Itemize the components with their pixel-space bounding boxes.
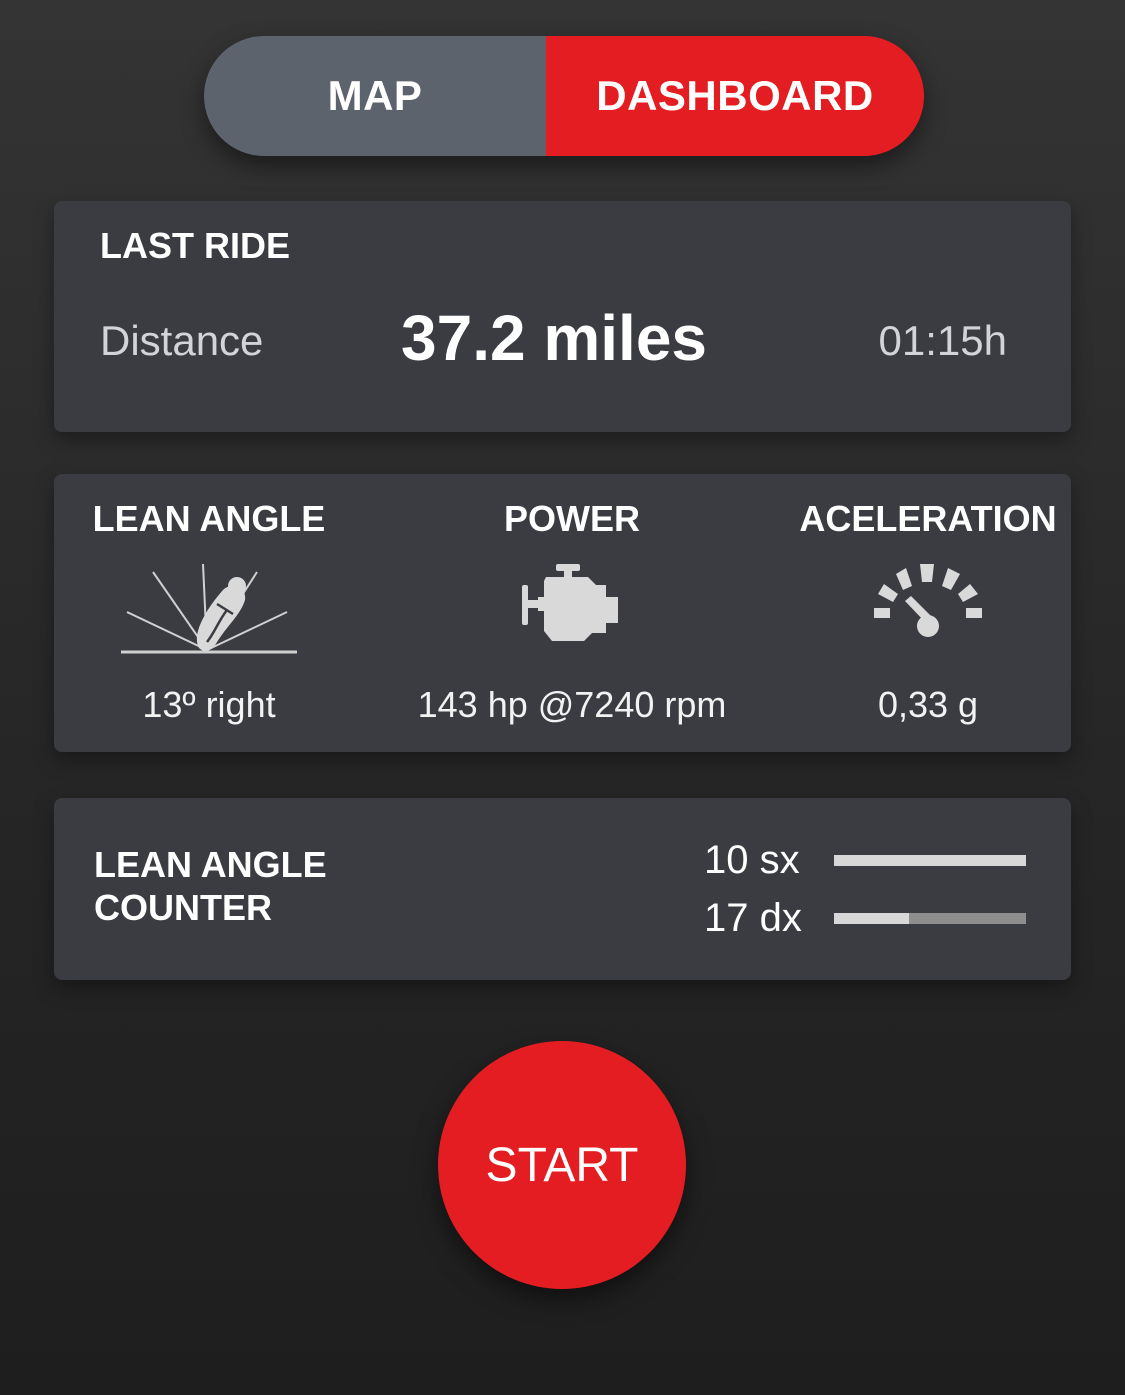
counter-title: LEAN ANGLE COUNTER: [94, 843, 327, 929]
counter-bar-fill: [834, 913, 909, 924]
counter-bar: [834, 855, 1026, 866]
counter-bar-fill: [834, 855, 1026, 866]
counter-row-right: 17 dx: [704, 896, 1026, 941]
last-ride-title: LAST RIDE: [100, 225, 291, 266]
start-button[interactable]: START: [438, 1041, 686, 1289]
motorbike-lean-icon: [121, 563, 297, 665]
tab-dashboard[interactable]: DASHBOARD: [546, 36, 924, 156]
ride-duration: 01:15h: [878, 317, 1007, 364]
counter-row-label: 10 sx: [704, 838, 800, 882]
view-toggle: MAP DASHBOARD: [204, 36, 924, 156]
metric-value: 0,33 g: [877, 684, 979, 725]
metric-value: 13º right: [142, 684, 276, 725]
distance-label: Distance: [100, 317, 264, 364]
distance-value: 37.2 miles: [401, 302, 707, 374]
tab-map[interactable]: MAP: [204, 36, 546, 156]
last-ride-card: LAST RIDE Distance 37.2 miles 01:15h: [54, 201, 1071, 432]
speedometer-icon: [872, 564, 984, 649]
counter-bar: [834, 913, 1026, 924]
metric-title: POWER: [503, 498, 640, 539]
metric-title: ACELERATION: [799, 498, 1057, 539]
engine-icon: [522, 564, 622, 649]
counter-row-label: 17 dx: [704, 896, 802, 940]
counter-row-left: 10 sx: [704, 838, 1026, 883]
metrics-card: LEAN ANGLE 13º right POWER 143 hp @7240 …: [54, 474, 1071, 752]
counter-title-line2: COUNTER: [94, 887, 272, 928]
lean-angle-counter-card: LEAN ANGLE COUNTER 10 sx 17 dx: [54, 798, 1071, 980]
metric-title: LEAN ANGLE: [92, 498, 326, 539]
metric-value: 143 hp @7240 rpm: [417, 684, 727, 725]
counter-title-line1: LEAN ANGLE: [94, 844, 327, 885]
